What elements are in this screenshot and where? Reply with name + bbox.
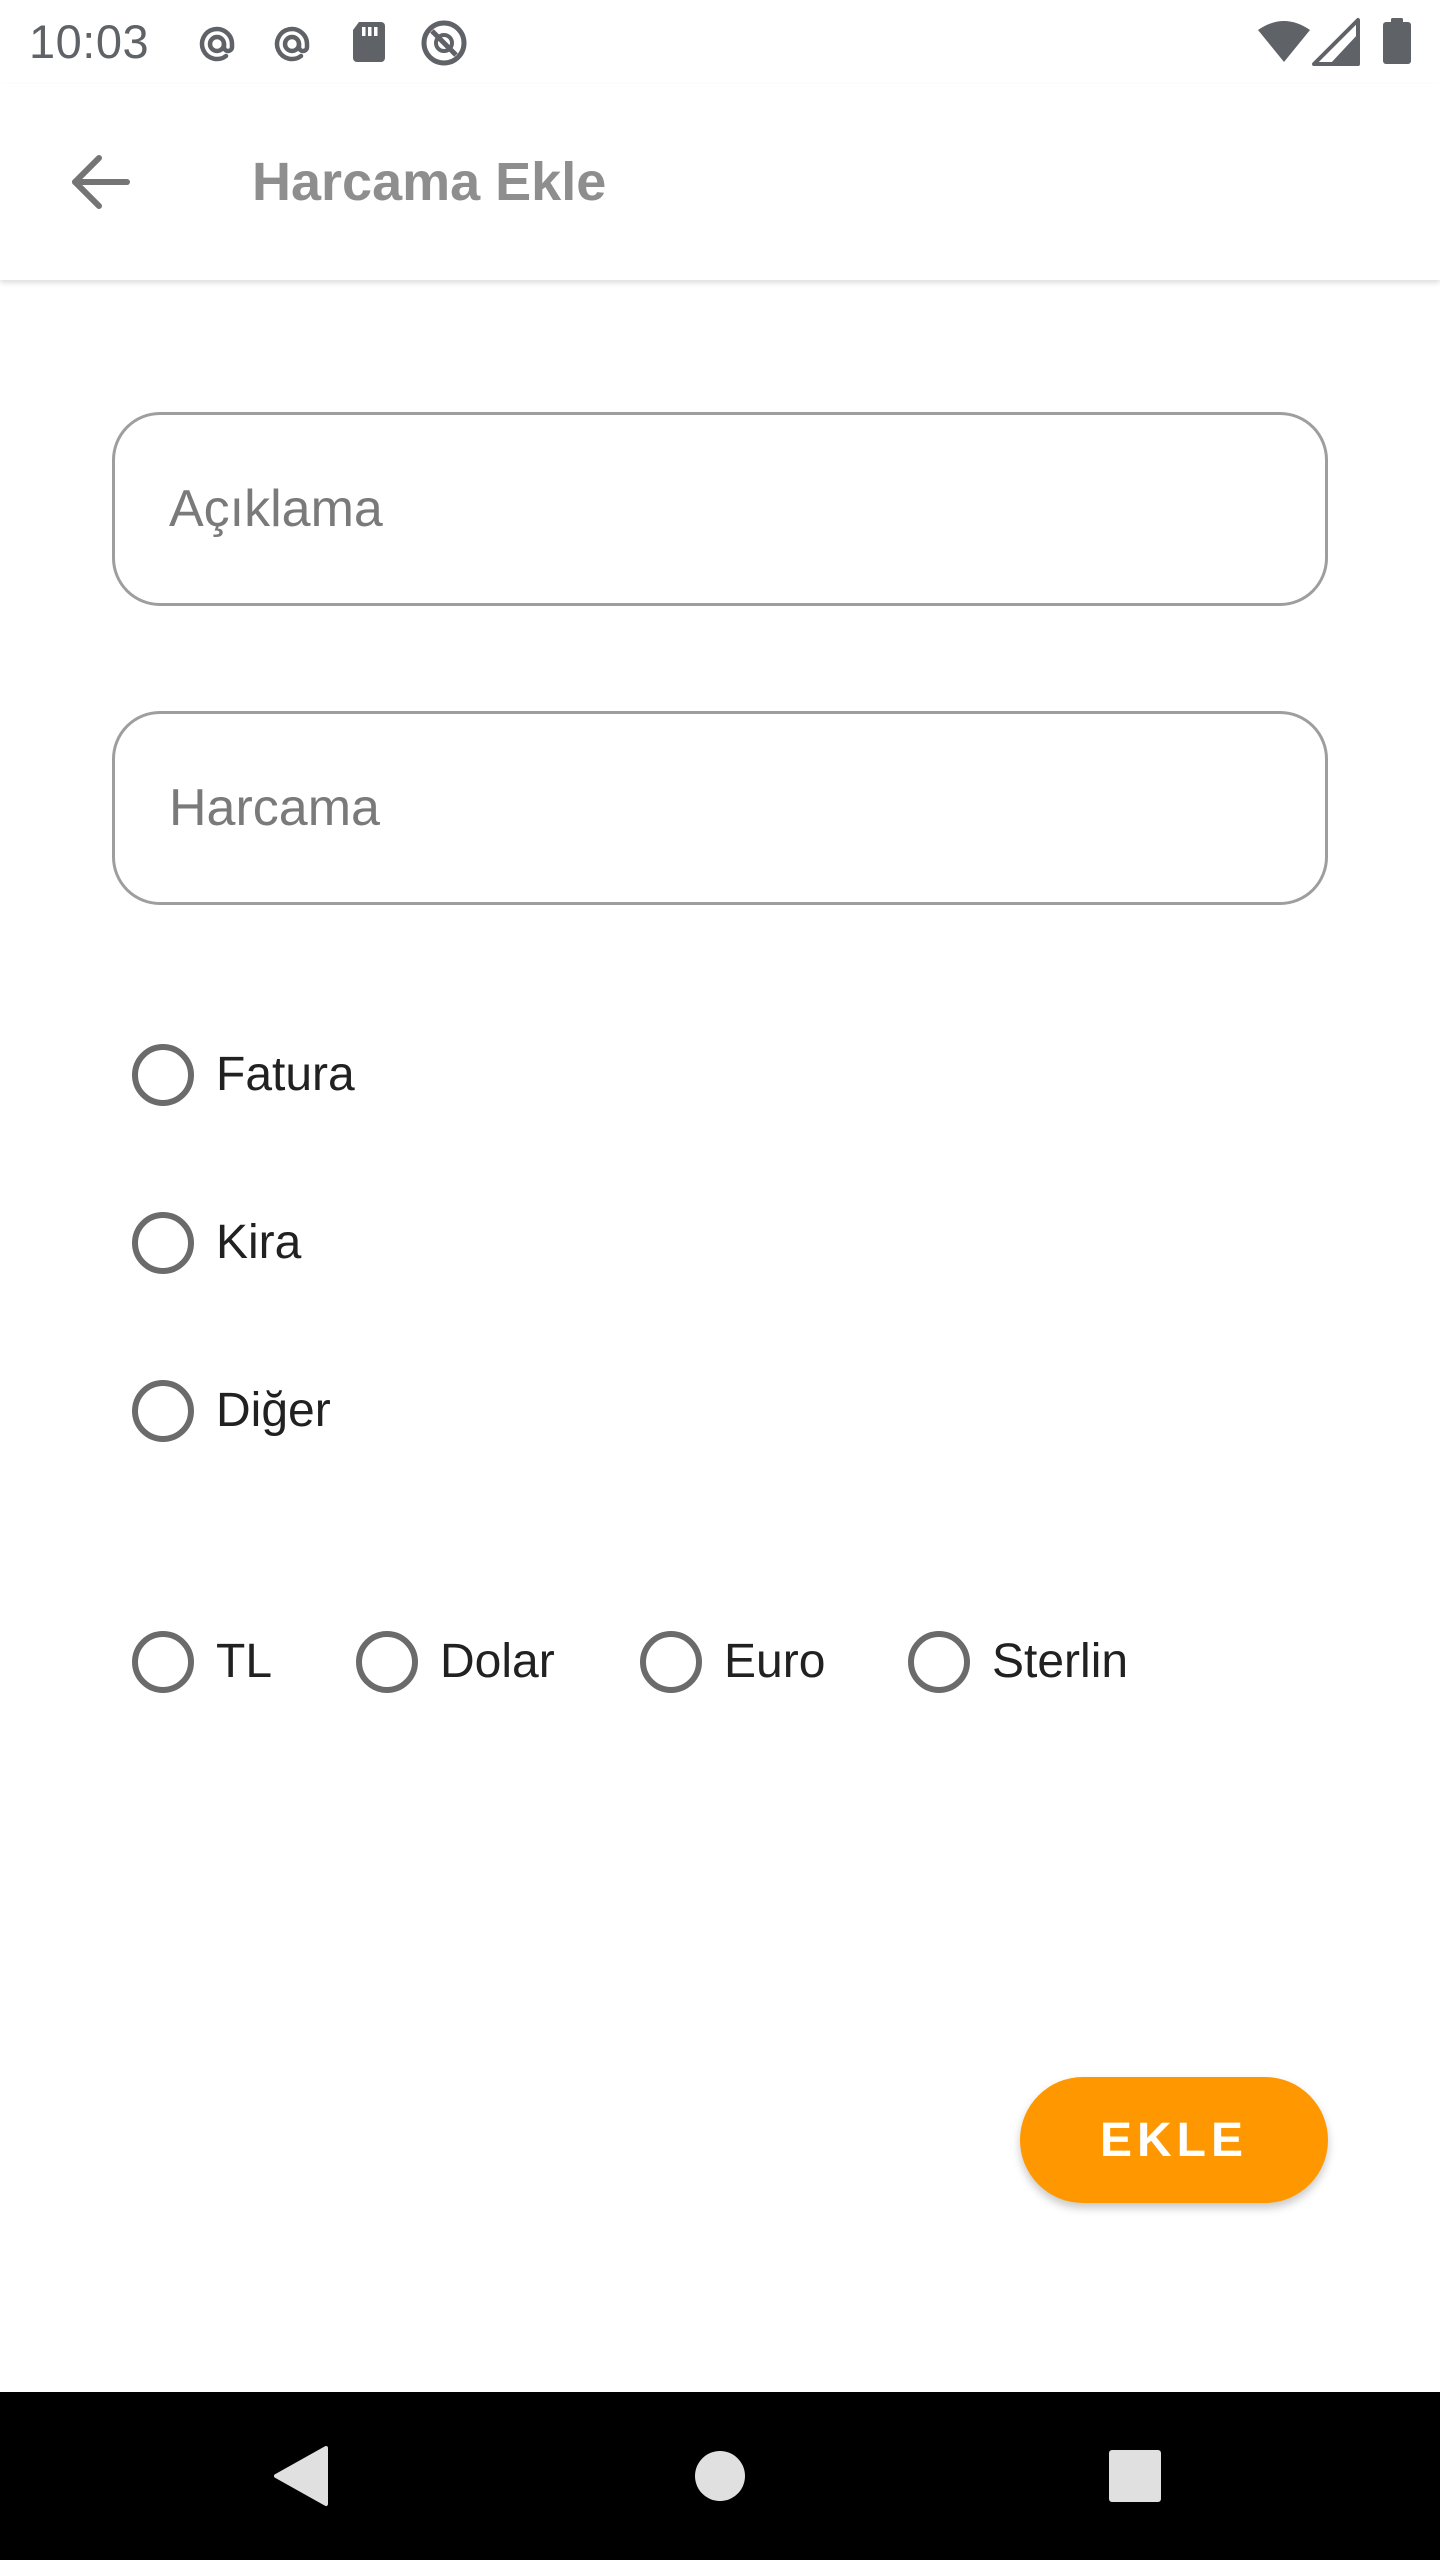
radio-option-euro[interactable]: Euro — [640, 1622, 825, 1702]
radio-option-tl[interactable]: TL — [132, 1622, 272, 1702]
radio-label: Kira — [216, 1216, 302, 1269]
amount-input[interactable] — [169, 714, 1269, 902]
description-field[interactable] — [112, 412, 1328, 606]
wifi-icon — [1256, 16, 1312, 68]
radio-label: Sterlin — [992, 1635, 1129, 1688]
page-title: Harcama Ekle — [252, 152, 607, 212]
recents-square-icon — [1109, 2450, 1161, 2502]
radio-label: Fatura — [216, 1048, 355, 1101]
radio-button[interactable] — [132, 1044, 194, 1106]
nav-recents-button[interactable] — [1087, 2428, 1183, 2524]
radio-label: Euro — [724, 1635, 826, 1688]
radio-option-fatura[interactable]: Fatura — [132, 1035, 355, 1115]
sd-card-icon — [343, 16, 395, 68]
radio-option-dolar[interactable]: Dolar — [356, 1622, 555, 1702]
radio-button[interactable] — [132, 1212, 194, 1274]
do-not-disturb-icon — [418, 16, 470, 68]
battery-icon — [1372, 16, 1422, 68]
radio-label: Diğer — [216, 1384, 331, 1437]
radio-label: Dolar — [440, 1635, 555, 1688]
cell-signal-icon — [1312, 16, 1364, 68]
radio-button[interactable] — [356, 1631, 418, 1693]
back-triangle-icon — [274, 2446, 328, 2506]
arrow-back-icon — [72, 155, 130, 209]
app-bar: Harcama Ekle — [0, 84, 1440, 280]
description-input[interactable] — [169, 415, 1269, 603]
radio-button[interactable] — [908, 1631, 970, 1693]
radio-button[interactable] — [640, 1631, 702, 1693]
radio-label: TL — [216, 1635, 273, 1688]
radio-option-sterlin[interactable]: Sterlin — [908, 1622, 1128, 1702]
back-button[interactable] — [52, 134, 148, 230]
nav-home-button[interactable] — [672, 2428, 768, 2524]
radio-button[interactable] — [132, 1380, 194, 1442]
status-bar: 10:03 — [0, 0, 1440, 84]
home-circle-icon — [695, 2451, 745, 2501]
ekle-button[interactable]: EKLE — [1020, 2077, 1328, 2203]
system-navigation-bar — [0, 2392, 1440, 2560]
status-time: 10:03 — [29, 15, 150, 68]
ekle-button-label: EKLE — [1099, 2113, 1248, 2167]
nav-back-button[interactable] — [252, 2428, 348, 2524]
at-sign-icon — [266, 16, 318, 68]
radio-option-kira[interactable]: Kira — [132, 1203, 301, 1283]
amount-field[interactable] — [112, 711, 1328, 905]
radio-button[interactable] — [132, 1631, 194, 1693]
at-sign-icon — [191, 16, 243, 68]
radio-option-diger[interactable]: Diğer — [132, 1371, 331, 1451]
